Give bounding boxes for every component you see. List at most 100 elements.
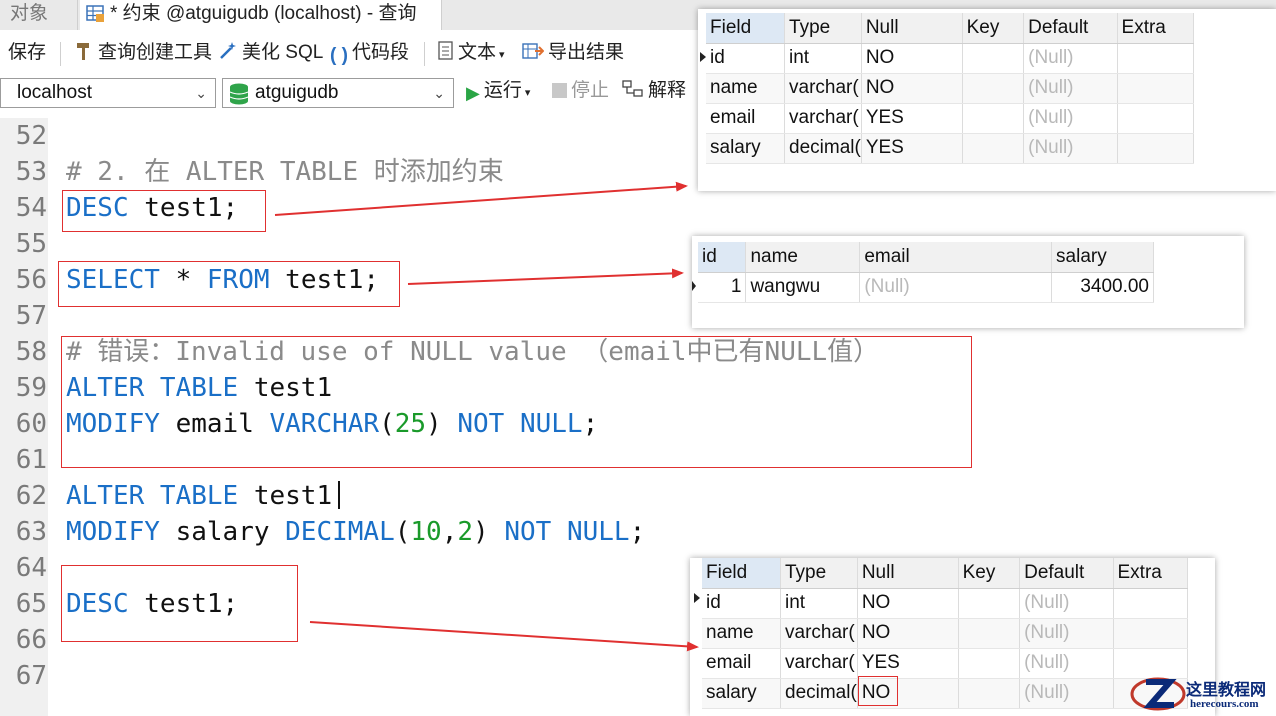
- cell[interactable]: salary: [702, 678, 781, 709]
- host-select[interactable]: localhost ⌄: [0, 78, 216, 108]
- cell[interactable]: [1117, 43, 1195, 74]
- cell[interactable]: [962, 103, 1025, 134]
- cell[interactable]: (Null): [1023, 43, 1118, 74]
- dropdown-arrow-icon[interactable]: ▾: [499, 49, 505, 61]
- table-row[interactable]: name varchar(NO (Null): [706, 73, 1195, 104]
- cell[interactable]: varchar(: [784, 103, 862, 134]
- watermark-z-icon: [1130, 677, 1186, 711]
- cell[interactable]: YES: [861, 133, 963, 164]
- table-row[interactable]: salary decimal(YES (Null): [706, 133, 1195, 164]
- cell[interactable]: (Null): [1023, 73, 1118, 104]
- cell[interactable]: 1: [698, 272, 747, 303]
- highlight-error-block: [61, 336, 972, 468]
- table-row[interactable]: name varchar(NO (Null): [702, 618, 1188, 649]
- database-select[interactable]: atguigudb ⌄: [222, 78, 454, 108]
- column-header[interactable]: name: [745, 242, 861, 273]
- column-header[interactable]: id: [698, 242, 747, 273]
- query-builder-button[interactable]: 查询创建工具: [76, 38, 212, 68]
- highlight-desc-statement: [62, 190, 266, 232]
- cell[interactable]: varchar(: [780, 648, 858, 679]
- cell[interactable]: NO: [857, 588, 959, 619]
- text-mode-button[interactable]: 文本 ▾: [438, 38, 505, 68]
- beautify-sql-button[interactable]: 美化 SQL: [218, 38, 323, 68]
- table-row[interactable]: salary decimal(NO (Null): [702, 678, 1188, 709]
- cell[interactable]: 3400.00: [1051, 272, 1154, 303]
- tab-query-label: * 约束 @atguigudb (localhost) - 查询: [110, 3, 417, 24]
- cell[interactable]: name: [706, 73, 786, 104]
- cell[interactable]: [1117, 133, 1195, 164]
- cell[interactable]: [962, 133, 1025, 164]
- cell[interactable]: NO: [857, 618, 959, 649]
- explain-button[interactable]: 解释: [622, 76, 686, 106]
- cell[interactable]: [958, 588, 1021, 619]
- table-row[interactable]: id int NO (Null): [706, 43, 1195, 74]
- column-header[interactable]: Extra: [1113, 558, 1188, 589]
- stop-button[interactable]: 停止: [552, 76, 609, 106]
- cell[interactable]: salary: [706, 133, 786, 164]
- parentheses-icon: ( ): [330, 45, 348, 66]
- text-mode-label: 文本: [458, 42, 497, 63]
- column-header[interactable]: Key: [962, 13, 1025, 44]
- table-row[interactable]: id int NO (Null): [702, 588, 1188, 619]
- column-header[interactable]: Key: [958, 558, 1021, 589]
- column-header[interactable]: Null: [861, 13, 963, 44]
- cell[interactable]: [962, 73, 1025, 104]
- cell[interactable]: id: [706, 43, 786, 74]
- column-header[interactable]: Field: [702, 558, 781, 589]
- cell[interactable]: id: [702, 588, 781, 619]
- cell[interactable]: email: [702, 648, 781, 679]
- cell[interactable]: [958, 618, 1021, 649]
- cell[interactable]: (Null): [1019, 618, 1114, 649]
- cell[interactable]: wangwu: [745, 272, 861, 303]
- table-row[interactable]: email varchar(YES (Null): [706, 103, 1195, 134]
- code-snippet-button[interactable]: ( ) 代码段: [330, 38, 409, 68]
- cell[interactable]: NO: [861, 43, 963, 74]
- cell[interactable]: email: [706, 103, 786, 134]
- column-header[interactable]: Type: [784, 13, 862, 44]
- dropdown-arrow-icon[interactable]: ▾: [525, 87, 531, 99]
- table-row[interactable]: email varchar(YES (Null): [702, 648, 1188, 679]
- cell[interactable]: [958, 678, 1021, 709]
- table-row[interactable]: 1 wangwu (Null) 3400.00: [698, 272, 1154, 303]
- tab-query[interactable]: * 约束 @atguigudb (localhost) - 查询: [80, 0, 442, 30]
- run-button[interactable]: ▶ 运行 ▾: [466, 76, 530, 106]
- cell[interactable]: (Null): [1019, 648, 1114, 679]
- cell[interactable]: (Null): [859, 272, 1053, 303]
- cell[interactable]: (Null): [1019, 588, 1114, 619]
- column-header[interactable]: Default: [1023, 13, 1118, 44]
- desc-result-grid: Field Type Null Key Default Extra id int N…: [702, 558, 1188, 709]
- cell[interactable]: (Null): [1023, 103, 1118, 134]
- cell[interactable]: NO: [861, 73, 963, 104]
- cell[interactable]: int: [784, 43, 862, 74]
- cell[interactable]: (Null): [1023, 133, 1118, 164]
- column-header[interactable]: Null: [857, 558, 959, 589]
- column-header[interactable]: Default: [1019, 558, 1114, 589]
- line-number: 67: [15, 661, 47, 691]
- cell[interactable]: YES: [857, 648, 959, 679]
- column-header[interactable]: email: [859, 242, 1053, 273]
- column-header[interactable]: Field: [706, 13, 786, 44]
- cell[interactable]: [1117, 73, 1195, 104]
- cell[interactable]: decimal(: [780, 678, 858, 709]
- cell[interactable]: YES: [861, 103, 963, 134]
- cell[interactable]: [1113, 588, 1188, 619]
- cell[interactable]: [962, 43, 1025, 74]
- cell[interactable]: varchar(: [784, 73, 862, 104]
- tab-objects[interactable]: 对象: [0, 0, 78, 30]
- cell[interactable]: name: [702, 618, 781, 649]
- code-snippet-label: 代码段: [351, 42, 409, 63]
- line-number: 52: [15, 121, 47, 151]
- save-button[interactable]: 保存: [8, 38, 46, 68]
- cell[interactable]: (Null): [1019, 678, 1114, 709]
- line-number: 60: [15, 409, 47, 439]
- cell[interactable]: [1113, 618, 1188, 649]
- export-results-button[interactable]: 导出结果: [522, 38, 624, 68]
- cell[interactable]: [958, 648, 1021, 679]
- column-header[interactable]: Type: [780, 558, 858, 589]
- column-header[interactable]: salary: [1051, 242, 1154, 273]
- cell[interactable]: varchar(: [780, 618, 858, 649]
- cell[interactable]: decimal(: [784, 133, 862, 164]
- cell[interactable]: int: [780, 588, 858, 619]
- cell[interactable]: [1117, 103, 1195, 134]
- column-header[interactable]: Extra: [1117, 13, 1195, 44]
